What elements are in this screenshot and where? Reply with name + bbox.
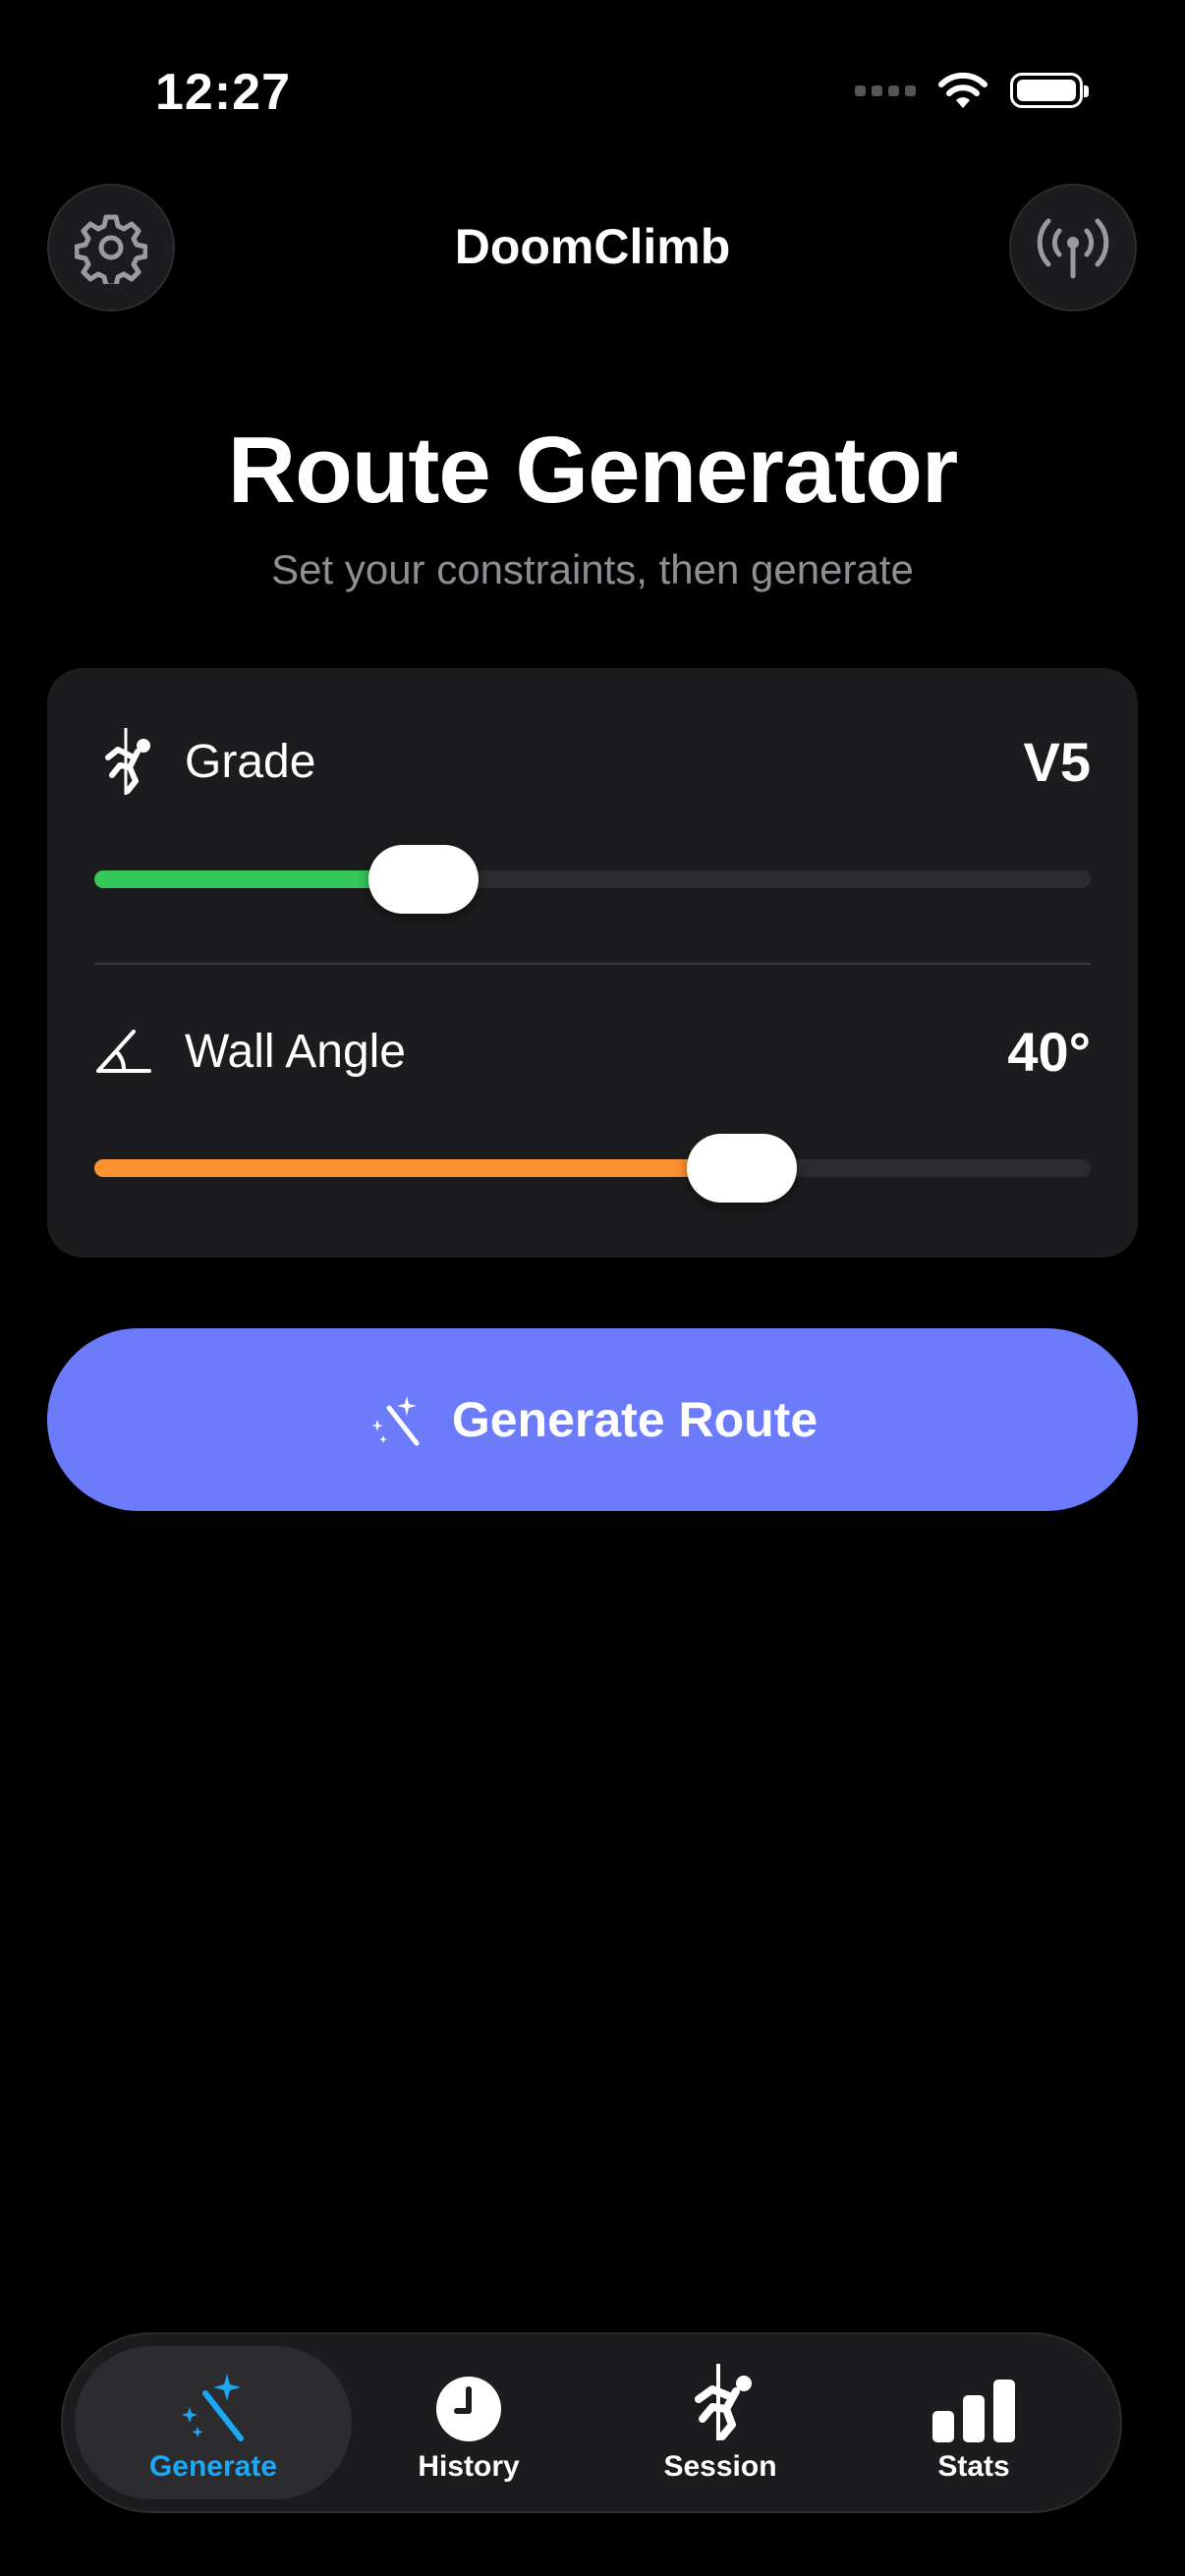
cellular-signal-icon	[855, 84, 916, 96]
wall-angle-value: 40°	[1007, 1020, 1091, 1083]
tab-stats[interactable]: Stats	[835, 2346, 1112, 2499]
screen: 12:27 DoomClimb Route Generator Set your…	[0, 0, 1185, 2576]
status-icons	[855, 71, 1089, 110]
antenna-icon	[1037, 218, 1109, 279]
tab-history[interactable]: History	[330, 2346, 607, 2499]
wall-angle-slider[interactable]	[94, 1134, 1091, 1203]
magic-wand-icon	[370, 1396, 420, 1446]
page-title: Route Generator	[227, 418, 958, 523]
wall-angle-row: Wall Angle 40°	[94, 997, 1091, 1105]
clock-icon	[433, 2362, 504, 2442]
wifi-icon	[938, 72, 988, 108]
climber-icon	[683, 2362, 758, 2442]
tab-session[interactable]: Session	[582, 2346, 859, 2499]
wall-angle-slider-fill	[94, 1159, 743, 1177]
generate-route-label: Generate Route	[451, 1392, 818, 1447]
climber-icon	[94, 726, 155, 797]
grade-label: Grade	[185, 735, 316, 788]
grade-row: Grade V5	[94, 707, 1091, 815]
page-subtitle: Set your constraints, then generate	[271, 546, 914, 592]
app-title: DoomClimb	[454, 219, 731, 274]
tab-label: History	[418, 2450, 520, 2483]
grade-slider-thumb[interactable]	[367, 845, 479, 914]
status-time: 12:27	[155, 64, 291, 121]
live-connection-button[interactable]	[1009, 184, 1137, 311]
tab-label: Generate	[148, 2450, 278, 2483]
bar-chart-icon	[931, 2362, 1017, 2442]
magic-wand-icon	[178, 2362, 249, 2442]
divider	[94, 963, 1091, 965]
angle-icon	[94, 1016, 155, 1087]
constraints-card: Grade V5 Wall Angle 40°	[47, 668, 1138, 1258]
wall-angle-slider-thumb[interactable]	[687, 1134, 798, 1203]
tab-generate[interactable]: Generate	[75, 2346, 352, 2499]
wall-angle-label: Wall Angle	[185, 1025, 406, 1078]
tab-label: Stats	[937, 2450, 1010, 2483]
generate-route-button[interactable]: Generate Route	[47, 1328, 1138, 1511]
tab-bar: Generate History Session Stats	[61, 2332, 1122, 2513]
tab-label: Session	[663, 2450, 777, 2483]
battery-icon	[1010, 73, 1089, 108]
grade-slider[interactable]	[94, 845, 1091, 914]
grade-value: V5	[1023, 730, 1092, 793]
